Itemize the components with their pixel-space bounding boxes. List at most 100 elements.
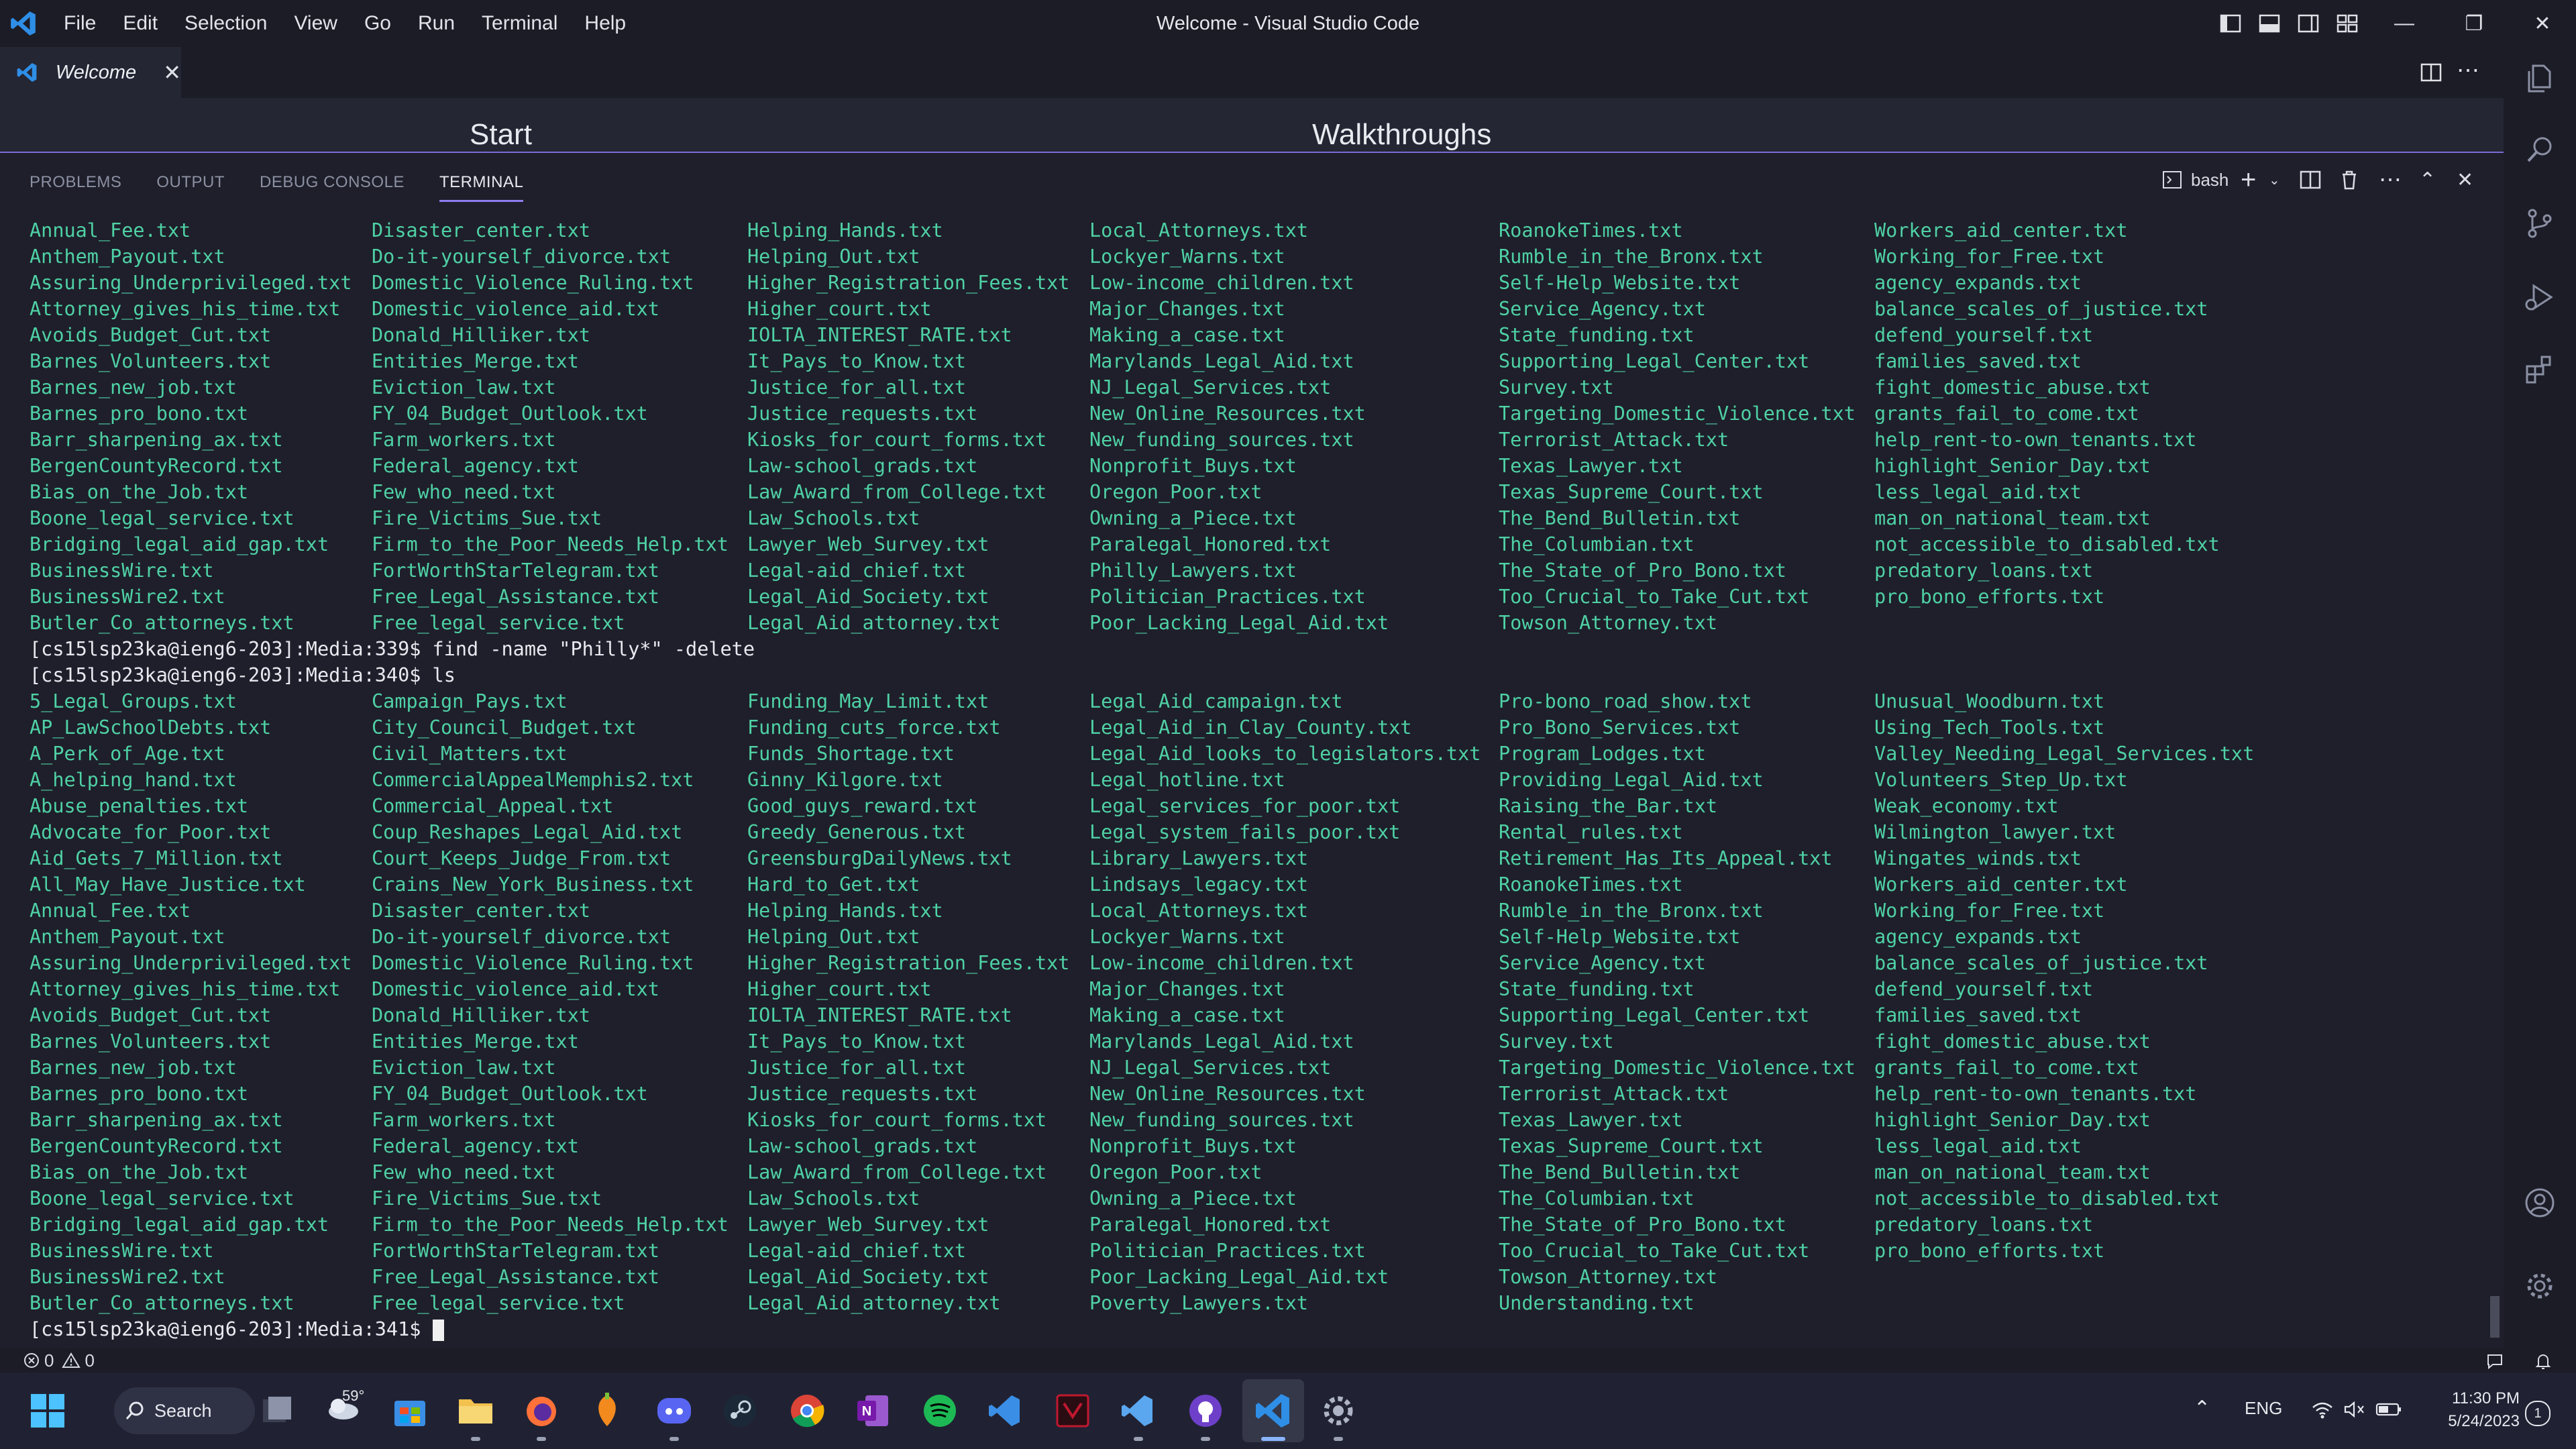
file-entry: BergenCountyRecord.txt: [30, 1135, 283, 1157]
firefox-icon[interactable]: [521, 1390, 562, 1432]
volume-muted-icon[interactable]: [2343, 1399, 2367, 1419]
file-entry: man_on_national_team.txt: [1874, 507, 2151, 529]
vs-installer-icon[interactable]: [985, 1390, 1026, 1432]
explorer-icon[interactable]: [2523, 62, 2557, 95]
file-entry: Barnes_pro_bono.txt: [30, 402, 249, 425]
file-entry: RoanokeTimes.txt: [1499, 219, 1683, 241]
tab-problems[interactable]: PROBLEMS: [30, 166, 121, 200]
file-entry: Making_a_case.txt: [1089, 324, 1285, 346]
more-actions-icon[interactable]: ⋯: [2457, 59, 2483, 86]
manage-gear-icon[interactable]: [2523, 1269, 2557, 1303]
menu-file[interactable]: File: [64, 12, 96, 35]
windows-taskbar: Search 59° N ⌃ ENG 11:30 PM 5/24/2023 1: [0, 1373, 2576, 1449]
vscode-taskbar-icon[interactable]: [1252, 1390, 1293, 1432]
spotify-icon[interactable]: [919, 1390, 961, 1432]
menu-go[interactable]: Go: [364, 12, 391, 35]
file-entry: Higher_Registration_Fees.txt: [747, 952, 1070, 974]
weather-temp: 59°: [342, 1387, 365, 1404]
run-debug-icon[interactable]: [2523, 280, 2557, 314]
show-hidden-icons-chevron-icon[interactable]: ⌃: [2194, 1397, 2210, 1420]
extensions-icon[interactable]: [2523, 353, 2557, 386]
activity-bar: [2504, 47, 2576, 1348]
file-entry: Avoids_Budget_Cut.txt: [30, 324, 272, 346]
notifications-bell-icon[interactable]: [2533, 1351, 2553, 1371]
clock[interactable]: 11:30 PM 5/24/2023: [2419, 1387, 2520, 1433]
github-desktop-icon[interactable]: [1185, 1390, 1226, 1432]
close-panel-icon[interactable]: ✕: [2457, 165, 2473, 195]
visual-studio-icon[interactable]: [1118, 1390, 1159, 1432]
close-window-button[interactable]: ✕: [2509, 0, 2576, 47]
restore-button[interactable]: ❐: [2439, 0, 2509, 47]
file-entry: Do-it-yourself_divorce.txt: [372, 926, 672, 948]
tab-output[interactable]: OUTPUT: [156, 166, 225, 200]
menu-help[interactable]: Help: [584, 12, 626, 35]
davinci-resolve-icon[interactable]: [1052, 1390, 1093, 1432]
windows-start-icon[interactable]: [27, 1390, 68, 1432]
toggle-panel-icon[interactable]: [2257, 11, 2282, 36]
toggle-secondary-sidebar-icon[interactable]: [2296, 11, 2321, 36]
new-terminal-icon[interactable]: +: [2241, 165, 2256, 195]
chrome-icon[interactable]: [786, 1390, 828, 1432]
accounts-icon[interactable]: [2523, 1186, 2557, 1220]
file-explorer-icon[interactable]: [455, 1390, 496, 1432]
terminal-dropdown-chevron-icon[interactable]: ⌄: [2269, 165, 2280, 195]
menu-terminal[interactable]: Terminal: [482, 12, 557, 35]
toggle-primary-sidebar-icon[interactable]: [2218, 11, 2243, 36]
customize-layout-icon[interactable]: [2334, 11, 2360, 36]
file-entry: Supporting_Legal_Center.txt: [1499, 350, 1810, 372]
file-entry: Barnes_new_job.txt: [30, 1057, 237, 1079]
kill-terminal-trash-icon[interactable]: [2337, 165, 2361, 195]
fl-studio-icon[interactable]: [586, 1390, 628, 1432]
settings-gear-icon[interactable]: [1318, 1390, 1359, 1432]
terminal-output[interactable]: Annual_Fee.txt Disaster_center.txt Helping…: [30, 217, 2471, 1341]
prompt-text: [cs15lsp23ka@ieng6-203]:Media:341$: [30, 1318, 433, 1340]
problems-status[interactable]: 0 0: [23, 1350, 95, 1371]
file-entry: Disaster_center.txt: [372, 219, 591, 241]
onenote-icon[interactable]: N: [852, 1390, 894, 1432]
running-indicator: [471, 1437, 480, 1441]
weather-widget[interactable]: 59°: [322, 1387, 376, 1432]
menu-edit[interactable]: Edit: [123, 12, 158, 35]
tab-welcome[interactable]: Welcome ✕: [0, 47, 181, 98]
file-entry: Good_guys_reward.txt: [747, 795, 978, 817]
notification-badge[interactable]: 1: [2525, 1401, 2551, 1426]
split-editor-icon[interactable]: [2418, 59, 2445, 86]
battery-icon[interactable]: [2375, 1399, 2403, 1419]
file-entry: Attorney_gives_his_time.txt: [30, 298, 341, 320]
steam-icon[interactable]: [719, 1390, 761, 1432]
tab-terminal[interactable]: TERMINAL: [439, 166, 524, 202]
file-entry: Domestic_Violence_Ruling.txt: [372, 952, 694, 974]
search-icon[interactable]: [2523, 133, 2557, 166]
split-terminal-icon[interactable]: [2298, 165, 2322, 195]
minimize-button[interactable]: —: [2369, 0, 2439, 47]
menu-run[interactable]: Run: [418, 12, 455, 35]
editor-tab-bar: Welcome ✕ ⋯: [0, 47, 2504, 98]
file-entry: All_May_Have_Justice.txt: [30, 873, 306, 896]
maximize-panel-chevron-icon[interactable]: ⌃: [2419, 165, 2436, 195]
file-entry: less_legal_aid.txt: [1874, 1135, 2082, 1157]
feedback-icon[interactable]: [2485, 1351, 2505, 1371]
menu-selection[interactable]: Selection: [184, 12, 267, 35]
file-entry: defend_yourself.txt: [1874, 978, 2094, 1000]
menu-view[interactable]: View: [294, 12, 337, 35]
terminal-shell-selector[interactable]: bash: [2161, 165, 2229, 195]
file-entry: Legal_Aid_in_Clay_County.txt: [1089, 716, 1412, 739]
source-control-icon[interactable]: [2523, 207, 2557, 240]
search-magnifier-icon: [125, 1401, 144, 1419]
file-entry: Assuring_Underprivileged.txt: [30, 272, 352, 294]
file-entry: Making_a_case.txt: [1089, 1004, 1285, 1026]
file-entry: Legal_system_fails_poor.txt: [1089, 821, 1401, 843]
file-entry: Eviction_law.txt: [372, 376, 556, 398]
microsoft-store-icon[interactable]: [389, 1390, 431, 1432]
file-entry: Greedy_Generous.txt: [747, 821, 967, 843]
taskbar-search[interactable]: Search: [114, 1387, 255, 1434]
panel-more-actions-icon[interactable]: ⋯: [2379, 165, 2402, 195]
tab-debug-console[interactable]: DEBUG CONSOLE: [260, 166, 405, 200]
wifi-icon[interactable]: [2310, 1399, 2334, 1419]
input-language[interactable]: ENG: [2245, 1398, 2282, 1419]
terminal-scrollbar[interactable]: [2490, 1296, 2500, 1338]
task-view-icon[interactable]: [256, 1390, 298, 1432]
file-entry: man_on_national_team.txt: [1874, 1161, 2151, 1183]
discord-icon[interactable]: [653, 1390, 695, 1432]
close-tab-icon[interactable]: ✕: [163, 60, 181, 85]
